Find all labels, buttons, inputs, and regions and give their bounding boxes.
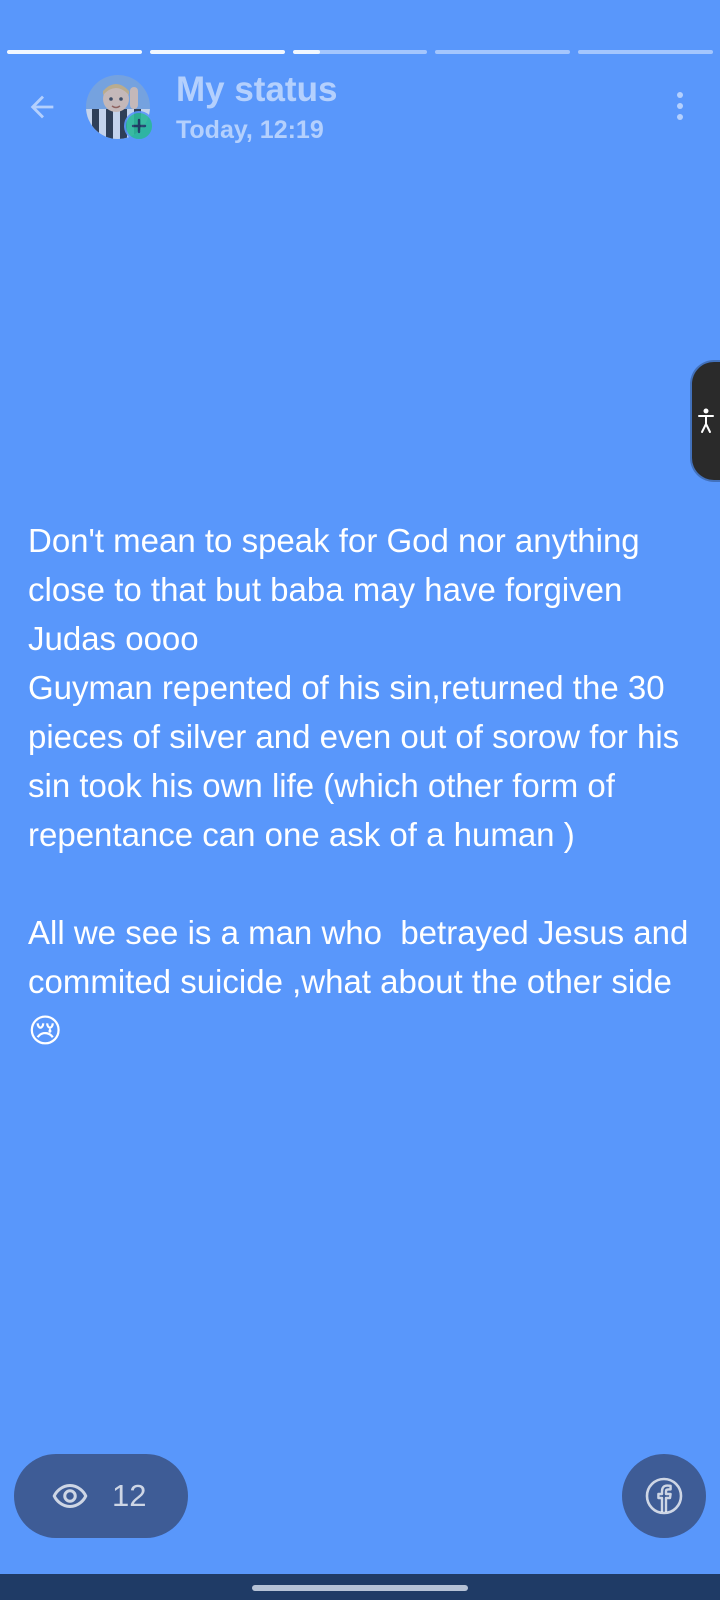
status-progress-bar — [7, 50, 713, 54]
back-button[interactable] — [20, 85, 64, 129]
progress-segment-fill — [292, 50, 320, 54]
page-title: My status — [176, 70, 338, 109]
status-header: My status Today, 12:19 — [0, 70, 720, 144]
status-timestamp: Today, 12:19 — [176, 116, 324, 144]
progress-segment-fill — [149, 50, 285, 54]
share-facebook-button[interactable] — [622, 1454, 706, 1538]
home-gesture-handle[interactable] — [252, 1585, 468, 1591]
plus-icon — [131, 118, 147, 134]
status-text: Don't mean to speak for God nor anything… — [28, 522, 689, 1049]
more-vertical-icon — [677, 92, 683, 98]
progress-segment — [435, 50, 571, 54]
facebook-icon — [645, 1477, 683, 1515]
progress-segment — [7, 50, 142, 54]
more-options-button[interactable] — [668, 84, 692, 128]
progress-segment — [149, 50, 285, 54]
title-block: My status Today, 12:19 — [176, 70, 337, 144]
progress-segment-fill — [7, 50, 142, 54]
system-navigation-bar — [0, 1574, 720, 1600]
add-status-button[interactable] — [124, 111, 154, 141]
progress-segment — [578, 50, 713, 54]
views-count: 12 — [112, 1478, 147, 1513]
views-button[interactable]: 12 — [14, 1454, 188, 1538]
eye-icon — [52, 1483, 88, 1509]
avatar[interactable] — [86, 75, 154, 141]
arrow-back-icon — [30, 95, 54, 119]
accessibility-icon — [698, 408, 714, 433]
progress-segment — [292, 50, 428, 54]
accessibility-shortcut[interactable] — [692, 362, 720, 480]
